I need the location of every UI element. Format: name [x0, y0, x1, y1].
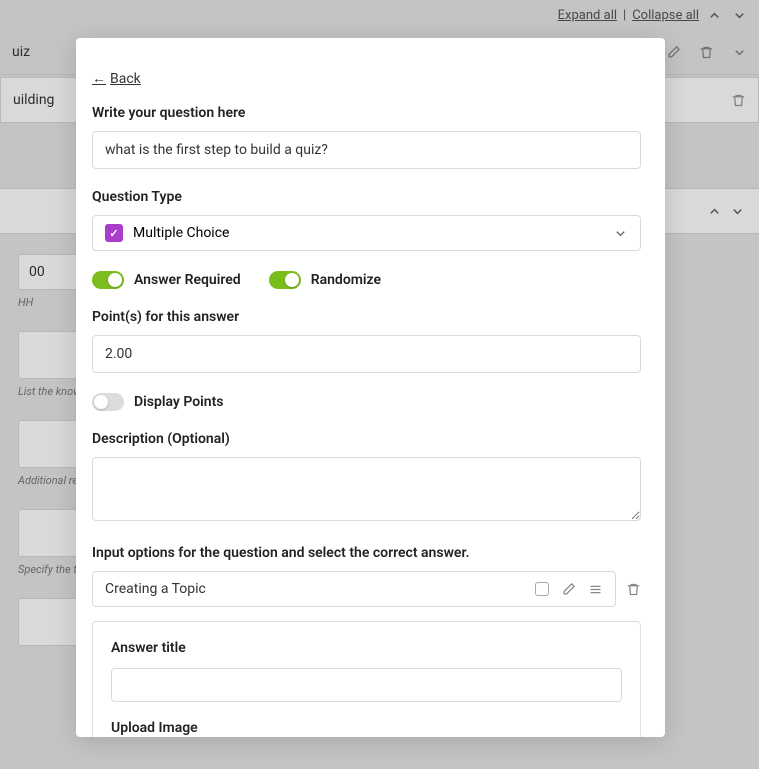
question-type-value: Multiple Choice: [133, 225, 229, 241]
randomize-toggle[interactable]: [269, 271, 301, 289]
upload-image-label: Upload Image: [111, 720, 622, 736]
edit-icon[interactable]: [561, 582, 576, 597]
display-points-toggle[interactable]: [92, 393, 124, 411]
answer-required-toggle[interactable]: [92, 271, 124, 289]
option-text: Creating a Topic: [105, 581, 206, 597]
chevron-down-icon: [613, 226, 628, 241]
description-textarea[interactable]: [92, 457, 641, 521]
answer-required-label: Answer Required: [134, 272, 241, 288]
randomize-label: Randomize: [311, 272, 381, 288]
points-label: Point(s) for this answer: [92, 309, 641, 325]
question-label: Write your question here: [92, 105, 641, 121]
back-label: Back: [110, 71, 141, 87]
arrow-left-icon: ←: [92, 70, 106, 87]
option-correct-checkbox[interactable]: [535, 582, 549, 596]
multiple-choice-icon: ✓: [105, 224, 123, 242]
option-item: Creating a Topic: [92, 571, 616, 607]
points-input[interactable]: [92, 335, 641, 373]
drag-handle-icon[interactable]: [588, 582, 603, 597]
back-button[interactable]: ← Back: [92, 70, 141, 87]
option-delete-button[interactable]: [626, 571, 641, 607]
answer-title-label: Answer title: [111, 640, 622, 656]
description-label: Description (Optional): [92, 431, 641, 447]
options-heading: Input options for the question and selec…: [92, 545, 641, 561]
question-input[interactable]: [92, 131, 641, 169]
display-points-label: Display Points: [134, 394, 224, 410]
question-type-label: Question Type: [92, 189, 641, 205]
answer-detail-panel: Answer title Upload Image: [92, 621, 641, 737]
question-type-select[interactable]: ✓ Multiple Choice: [92, 215, 641, 251]
answer-title-input[interactable]: [111, 668, 622, 702]
question-editor-modal: ← Back Write your question here Question…: [76, 38, 665, 737]
